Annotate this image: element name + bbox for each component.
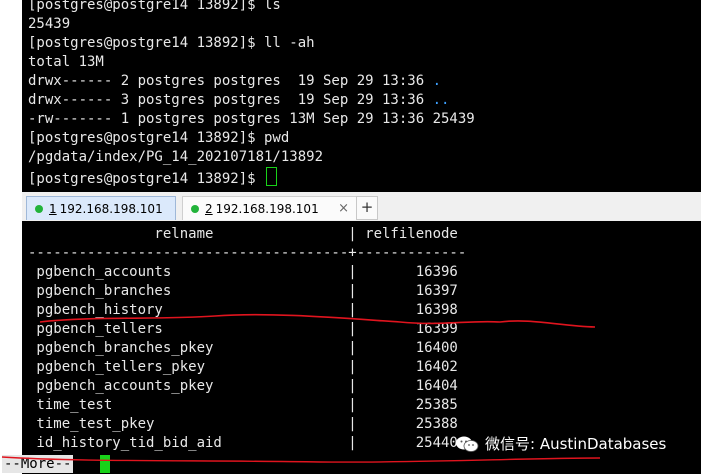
tab-session-2[interactable]: 2 192.168.198.101 × (182, 196, 358, 220)
add-tab-button[interactable]: + (356, 196, 378, 220)
table-row: pgbench_history | 16398 (28, 302, 458, 318)
watermark-text: 微信号: AustinDatabases (485, 435, 667, 453)
table-row: pgbench_accounts | 16396 (28, 264, 458, 280)
table-row: time_test_pkey | 25388 (28, 416, 458, 432)
prompt-text: [postgres@postgre14 13892]$ (28, 171, 265, 187)
dir-current: . (432, 73, 442, 89)
tab-label: 192.168.198.101 (215, 201, 319, 216)
session-tab-bar: 1 192.168.198.101 2 192.168.198.101 × + (22, 192, 701, 222)
dir-entry: drwx------ 3 postgres postgres 19 Sep 29… (28, 92, 433, 108)
terminal-line: [postgres@postgre14 13892]$ pwd (28, 130, 290, 146)
terminal-line: [postgres@postgre14 13892]$ ll -ah (28, 35, 315, 51)
table-row: pgbench_branches | 16397 (28, 283, 458, 299)
wechat-watermark: 微信号: AustinDatabases (455, 433, 666, 454)
table-row: id_history_tid_bid_aid | 25440 (28, 435, 458, 451)
query-separator: --------------------------------------+-… (28, 245, 467, 261)
tab-number: 2 (205, 201, 213, 216)
terminal-prompt: [postgres@postgre14 13892]$ (28, 167, 278, 187)
table-row: pgbench_tellers_pkey | 16402 (28, 359, 458, 375)
top-terminal-pane[interactable]: [postgres@postgre14 13892]$ ls 25439 [po… (22, 0, 701, 192)
close-tab-icon[interactable]: × (338, 201, 349, 216)
table-row: pgbench_accounts_pkey | 16404 (28, 378, 458, 394)
tab-session-1[interactable]: 1 192.168.198.101 (26, 196, 176, 220)
tab-label: 192.168.198.101 (59, 201, 163, 216)
terminal-line: total 13M (28, 54, 104, 70)
connected-status-icon (191, 204, 199, 213)
table-row: pgbench_branches_pkey | 16400 (28, 340, 458, 356)
query-header: relname | relfilenode (28, 226, 458, 242)
terminal-line: -rw------- 1 postgres postgres 13M Sep 2… (28, 111, 475, 127)
terminal-line: /pgdata/index/PG_14_202107181/13892 (28, 149, 324, 165)
pager-cursor (100, 455, 110, 473)
pager-more-prompt: --More-- (2, 455, 74, 473)
terminal-cursor (266, 167, 278, 186)
terminal-line: [postgres@postgre14 13892]$ ls (28, 0, 281, 13)
tab-number: 1 (49, 201, 57, 216)
connected-status-icon (35, 204, 43, 213)
terminal-line: 25439 (28, 16, 71, 32)
dir-parent: .. (432, 92, 450, 108)
wechat-icon (456, 436, 479, 452)
table-row: time_test | 25385 (28, 397, 458, 413)
dir-entry: drwx------ 2 postgres postgres 19 Sep 29… (28, 73, 433, 89)
terminal-line-dir: drwx------ 3 postgres postgres 19 Sep 29… (28, 91, 449, 110)
table-row: pgbench_tellers | 16399 (28, 321, 458, 337)
terminal-line-dir: drwx------ 2 postgres postgres 19 Sep 29… (28, 72, 441, 91)
